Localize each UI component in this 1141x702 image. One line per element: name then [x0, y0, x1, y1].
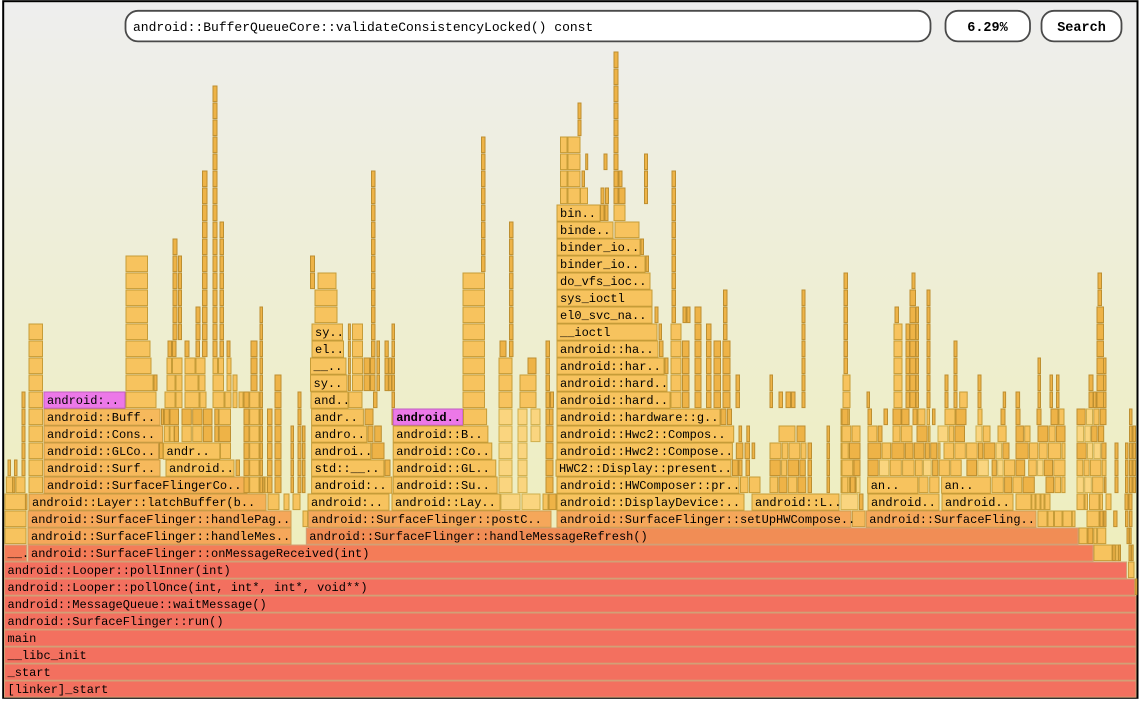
svg-text:android::Looper::pollOnce(int,: android::Looper::pollOnce(int, int*, int… [8, 581, 368, 595]
svg-text:std::__..: std::__.. [315, 462, 380, 476]
svg-text:binde..: binde.. [560, 224, 610, 238]
svg-text:6.29%: 6.29% [967, 21, 1008, 36]
svg-text:android::Cons..: android::Cons.. [47, 428, 155, 442]
svg-text:android::MessageQueue::waitMes: android::MessageQueue::waitMessage() [8, 598, 267, 612]
svg-text:android::Co..: android::Co.. [396, 445, 490, 459]
svg-text:sy..: sy.. [314, 377, 343, 391]
svg-text:android..: android.. [169, 462, 234, 476]
svg-text:and..: and.. [314, 394, 350, 408]
svg-text:binder_io..: binder_io.. [560, 258, 639, 272]
svg-text:android::hard..: android::hard.. [560, 394, 668, 408]
svg-text:android::DisplayDevice:..: android::DisplayDevice:.. [560, 496, 740, 510]
svg-text:android::GLCo..: android::GLCo.. [47, 445, 155, 459]
svg-text:andr..: andr.. [167, 445, 210, 459]
svg-text:sys_ioctl: sys_ioctl [560, 292, 625, 306]
svg-text:andro..: andro.. [315, 428, 365, 442]
svg-text:android::SurfaceFlinger::setUp: android::SurfaceFlinger::setUpHWCompose.… [560, 513, 855, 527]
svg-text:Search: Search [1057, 21, 1106, 36]
svg-text:android:..: android:.. [315, 479, 387, 493]
svg-text:android::B..: android::B.. [396, 428, 482, 442]
svg-text:android::Layer::latchBuffer(b.: android::Layer::latchBuffer(b.. [32, 496, 255, 510]
svg-text:do_vfs_ioc..: do_vfs_ioc.. [560, 275, 646, 289]
svg-text:android::SurfaceFlinger::handl: android::SurfaceFlinger::handleMessageRe… [309, 530, 647, 544]
svg-text:android::SurfaceFlinger::handl: android::SurfaceFlinger::handleMes.. [31, 530, 290, 544]
svg-text:android::Hwc2::Compos..: android::Hwc2::Compos.. [560, 428, 726, 442]
svg-text:el..: el.. [315, 343, 344, 357]
svg-text:android::HWComposer::pr..: android::HWComposer::pr.. [560, 479, 740, 493]
svg-text:android:..: android:.. [47, 394, 119, 408]
svg-text:android::SurfaceFlinger::run(): android::SurfaceFlinger::run() [8, 615, 224, 629]
svg-text:an..: an.. [871, 479, 900, 493]
svg-text:android::Su..: android::Su.. [396, 479, 490, 493]
svg-text:android::Hwc2::Compose..: android::Hwc2::Compose.. [560, 445, 733, 459]
svg-text:__.: __. [7, 547, 30, 561]
svg-text:android::Buff..: android::Buff.. [47, 411, 155, 425]
svg-text:__ioctl: __ioctl [559, 326, 610, 340]
svg-text:bin..: bin.. [560, 207, 596, 221]
svg-text:android::Lay..: android::Lay.. [395, 496, 496, 510]
svg-text:android::L..: android::L.. [755, 496, 841, 510]
svg-text:__..: __.. [313, 360, 343, 374]
svg-text:android::Looper::pollInner(int: android::Looper::pollInner(int) [8, 564, 231, 578]
svg-text:andr..: andr.. [315, 411, 358, 425]
svg-text:androi..: androi.. [315, 445, 373, 459]
svg-text:android..: android.. [871, 496, 936, 510]
svg-text:android::ha..: android::ha.. [560, 343, 654, 357]
svg-text:android::SurfaceFlinger::onMes: android::SurfaceFlinger::onMessageReceiv… [31, 547, 369, 561]
svg-text:android::har..: android::har.. [560, 360, 661, 374]
svg-text:el0_svc_na..: el0_svc_na.. [560, 309, 646, 323]
svg-text:android::SurfaceFlinger::postC: android::SurfaceFlinger::postC.. [311, 513, 541, 527]
svg-text:__libc_init: __libc_init [7, 649, 87, 663]
svg-text:[linker]_start: [linker]_start [8, 683, 109, 697]
svg-text:android::SurfaceFlingerCo..: android::SurfaceFlingerCo.. [47, 479, 241, 493]
svg-text:android::Surf..: android::Surf.. [47, 462, 155, 476]
svg-text:android::BufferQueueCore::vali: android::BufferQueueCore::validateConsis… [133, 20, 593, 35]
svg-text:binder_io..: binder_io.. [560, 241, 639, 255]
svg-text:android::hard..: android::hard.. [560, 377, 668, 391]
svg-text:sy..: sy.. [315, 326, 344, 340]
svg-text:_start: _start [7, 666, 51, 680]
svg-text:android..: android.. [396, 411, 461, 425]
svg-text:android..: android.. [945, 496, 1010, 510]
svg-text:android:..: android:.. [311, 496, 383, 510]
svg-text:android::SurfaceFling..: android::SurfaceFling.. [869, 513, 1035, 527]
svg-text:android::GL..: android::GL.. [396, 462, 490, 476]
svg-text:main: main [8, 632, 37, 646]
svg-text:an..: an.. [945, 479, 974, 493]
svg-text:android::SurfaceFlinger::handl: android::SurfaceFlinger::handlePag.. [31, 513, 290, 527]
svg-text:HWC2::Display::present..: HWC2::Display::present.. [559, 462, 732, 476]
svg-text:android::hardware::g..: android::hardware::g.. [560, 411, 718, 425]
